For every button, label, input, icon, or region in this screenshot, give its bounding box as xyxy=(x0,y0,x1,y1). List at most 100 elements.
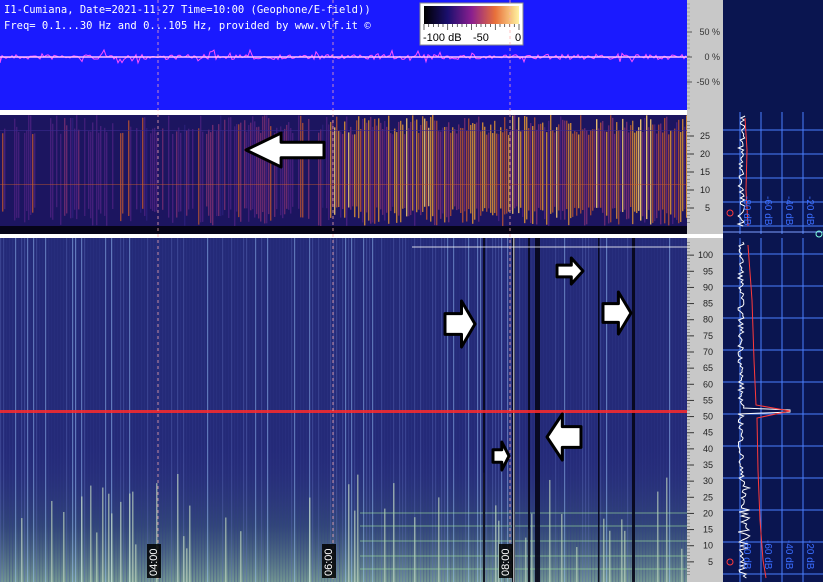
spectrogram-upper-streak xyxy=(536,129,538,225)
spectrogram-upper-streak xyxy=(434,120,436,226)
spectrogram-upper-streak xyxy=(172,133,174,223)
spectrogram-upper-streak xyxy=(644,118,646,223)
spectrogram-upper-streak xyxy=(88,131,90,209)
spectrogram-lower-burst xyxy=(357,474,359,582)
spectrogram-upper-streak xyxy=(56,115,58,208)
spectrogram-upper-streak xyxy=(478,116,480,222)
spectrogram-upper-streak xyxy=(420,124,422,216)
spectrogram-upper-streak xyxy=(376,125,378,208)
spectrogram-upper-streak xyxy=(550,115,552,214)
spectrogram-upper-streak xyxy=(70,117,72,219)
spectrogram-upper-streak xyxy=(390,133,392,211)
spectrogram-lower-burst xyxy=(51,500,53,582)
spectrogram-upper-streak xyxy=(300,115,302,218)
spectrogram-upper-streak xyxy=(18,132,20,218)
spectrogram-lower-burst xyxy=(603,518,605,582)
spectrogram-upper-y-tick-label: 20 xyxy=(700,149,710,159)
spectrogram-upper-streak xyxy=(286,124,288,209)
spectrogram-lower-y-tick-label: 85 xyxy=(703,299,713,309)
spectrogram-upper-streak xyxy=(648,127,650,210)
spectrogram-upper-streak xyxy=(150,133,152,209)
spectrogram-upper-streak xyxy=(250,122,252,211)
spectrogram-upper-streak xyxy=(216,131,218,217)
spectrogram-upper-streak xyxy=(418,132,420,210)
spectrogram-upper-streak xyxy=(452,127,454,210)
spectrogram-upper-streak xyxy=(530,123,532,224)
spectrogram-upper-streak xyxy=(578,134,580,209)
spectrogram-upper-streak xyxy=(450,132,452,217)
spectrogram-upper-streak xyxy=(352,134,354,207)
spectrogram-lower-burst xyxy=(309,497,311,582)
spectrogram-lower-burst xyxy=(111,513,113,582)
spectrogram-lower-burst xyxy=(81,496,83,582)
spectrogram-upper-streak xyxy=(338,130,340,208)
spectrogram-lower-burst xyxy=(120,501,122,582)
spectrogram-upper-streak xyxy=(152,128,154,211)
spectrogram-upper-streak xyxy=(16,126,18,218)
spectrogram-upper-streak xyxy=(202,131,204,222)
spectrogram-upper-streak xyxy=(266,115,268,224)
spectrogram-upper-streak xyxy=(384,121,386,221)
spectrogram-upper-streak xyxy=(446,126,448,218)
profile-upper-db-label: -80 dB xyxy=(741,196,752,226)
spectrogram-upper-streak xyxy=(462,128,464,223)
spectrogram-upper-streak xyxy=(358,116,360,219)
spectrogram-upper-streak xyxy=(526,116,528,220)
spectrogram-upper-streak xyxy=(106,132,108,226)
spectrogram-lower-burst xyxy=(621,519,623,582)
panel-separator-1 xyxy=(0,110,687,115)
colorbar-gradient xyxy=(424,6,519,24)
spectrogram-upper-streak xyxy=(592,129,594,211)
spectrogram-upper-streak xyxy=(678,119,680,224)
spectrogram-upper-streak xyxy=(412,115,414,211)
spectrogram-upper-streak xyxy=(516,129,518,207)
spectrogram-upper-streak xyxy=(430,116,432,222)
spectrogram-upper-streak xyxy=(470,124,472,214)
spectrogram-upper-streak xyxy=(604,131,606,226)
spectrogram-upper-streak xyxy=(674,128,676,218)
spectrogram-lower-burst xyxy=(102,487,104,582)
spectrogram-upper-streak xyxy=(636,131,638,214)
spectrogram-upper-streak xyxy=(370,116,372,224)
spectrogram-upper-streak xyxy=(608,125,610,224)
spectrogram-upper-streak xyxy=(408,128,410,217)
spectrogram-upper-streak xyxy=(650,119,652,225)
spectrogram-upper-streak xyxy=(558,124,560,211)
spectrogram-upper-streak xyxy=(398,121,400,216)
profile-lower-db-label: -60 dB xyxy=(762,540,773,570)
spectrogram-upper-streak xyxy=(388,115,390,224)
profile-upper-db-label: -60 dB xyxy=(762,196,773,226)
spectrogram-upper-streak xyxy=(362,118,364,223)
spectrogram-upper-streak xyxy=(504,117,506,215)
spectrogram-upper-streak xyxy=(524,116,526,224)
spectrogram-upper-streak xyxy=(146,127,148,221)
waveform-background xyxy=(0,0,687,110)
profile-lower-db-label: -40 dB xyxy=(783,540,794,570)
spectrogram-upper-streak xyxy=(348,132,350,208)
spectrogram-upper-y-tick-label: 5 xyxy=(705,203,710,213)
spectrogram-upper-streak xyxy=(186,130,188,216)
spectrogram-lower-burst xyxy=(531,513,533,582)
spectrogram-upper-streak xyxy=(120,133,122,222)
spectrogram-upper-streak xyxy=(466,130,468,222)
spectrogram-lower-burst xyxy=(21,518,23,582)
spectrogram-upper-streak xyxy=(628,132,630,219)
spectrogram-lower-panel xyxy=(0,238,687,582)
spectrogram-upper-streak xyxy=(66,125,68,214)
spectrogram-lower-burst xyxy=(681,548,683,582)
spectrogram-upper-streak xyxy=(638,127,640,211)
spectrogram-upper-streak xyxy=(416,119,418,213)
spectrogram-lower-y-tick-label: 20 xyxy=(703,508,713,518)
spectrogram-lower-burst xyxy=(225,517,227,582)
spectrogram-lower-burst xyxy=(135,544,137,582)
spectrogram-upper-streak xyxy=(574,131,576,208)
spectrogram-upper-streak xyxy=(424,118,426,207)
spectrogram-upper-streak xyxy=(654,124,656,222)
spectrogram-upper-streak xyxy=(666,116,668,214)
spectrogram-upper-streak xyxy=(520,131,522,208)
spectrogram-upper-streak xyxy=(614,133,616,209)
spectrogram-upper-streak xyxy=(156,132,158,212)
time-tick-label: 08:00 xyxy=(500,548,512,576)
spectrogram-upper-streak xyxy=(624,127,626,210)
spectrogram-upper-streak xyxy=(594,129,596,208)
